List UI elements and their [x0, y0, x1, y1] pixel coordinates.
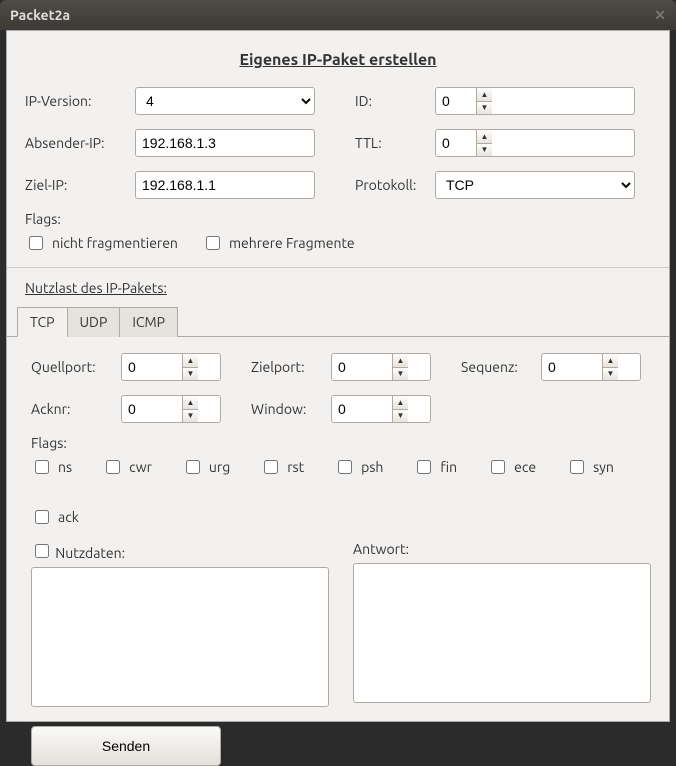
protokoll-select[interactable]: TCP [435, 171, 635, 199]
flag-cwr[interactable]: cwr [102, 457, 152, 477]
ziel-ip-input[interactable] [135, 171, 315, 199]
absender-ip-label: Absender-IP: [25, 135, 135, 151]
flag-ack[interactable]: ack [31, 507, 79, 527]
page-title: Eigenes IP-Paket erstellen [25, 51, 651, 69]
spin-down-icon[interactable]: ▼ [477, 144, 492, 157]
ip-version-label: IP-Version: [25, 93, 135, 109]
id-label: ID: [355, 93, 435, 109]
flag-syn[interactable]: syn [566, 457, 614, 477]
window-label: Window: [251, 401, 331, 417]
ziel-ip-label: Ziel-IP: [25, 177, 135, 193]
absender-ip-input[interactable] [135, 129, 315, 157]
tcp-flags-label: Flags: [31, 435, 67, 451]
zielport-label: Zielport: [251, 359, 331, 375]
nutzlast-label: Nutzlast des IP-Pakets: [25, 280, 167, 296]
window-body: Eigenes IP-Paket erstellen IP-Version: 4… [6, 30, 670, 722]
acknr-spinner[interactable]: ▲▼ [121, 395, 221, 423]
spin-up-icon[interactable]: ▲ [477, 130, 492, 144]
nutzdaten-checkbox[interactable]: Nutzdaten: [31, 541, 329, 561]
flag-ns[interactable]: ns [31, 457, 72, 477]
tabs: TCP UDP ICMP [7, 306, 669, 337]
tab-tcp[interactable]: TCP [17, 307, 68, 337]
quellport-label: Quellport: [31, 359, 121, 375]
nutzdaten-textarea[interactable] [31, 567, 329, 707]
send-button[interactable]: Senden [31, 726, 221, 766]
tab-icmp[interactable]: ICMP [119, 307, 178, 337]
sequenz-spinner[interactable]: ▲▼ [541, 353, 641, 381]
sequenz-label: Sequenz: [461, 359, 541, 375]
close-icon[interactable]: ✕ [654, 7, 666, 24]
zielport-spinner[interactable]: ▲▼ [331, 353, 431, 381]
ip-version-select[interactable]: 4 [135, 87, 315, 115]
spin-up-icon[interactable]: ▲ [477, 88, 492, 102]
flag-fin[interactable]: fin [413, 457, 457, 477]
tab-udp[interactable]: UDP [67, 307, 121, 337]
flag-ece[interactable]: ece [487, 457, 536, 477]
window-title: Packet2a [10, 7, 70, 23]
mehrere-fragmente-checkbox[interactable]: mehrere Fragmente [202, 233, 355, 253]
acknr-label: Acknr: [31, 401, 121, 417]
spin-down-icon[interactable]: ▼ [477, 102, 492, 115]
protokoll-label: Protokoll: [355, 177, 435, 193]
flags-label: Flags: [25, 211, 651, 227]
antwort-label: Antwort: [353, 541, 651, 557]
titlebar: Packet2a ✕ [0, 0, 676, 30]
nicht-fragmentieren-checkbox[interactable]: nicht fragmentieren [25, 233, 178, 253]
window-spinner[interactable]: ▲▼ [331, 395, 431, 423]
flag-psh[interactable]: psh [334, 457, 383, 477]
flag-rst[interactable]: rst [260, 457, 304, 477]
antwort-textarea[interactable] [353, 563, 651, 703]
ttl-spinner[interactable]: ▲▼ [435, 129, 635, 157]
quellport-spinner[interactable]: ▲▼ [121, 353, 221, 381]
flag-urg[interactable]: urg [182, 457, 230, 477]
id-spinner[interactable]: ▲▼ [435, 87, 635, 115]
ttl-label: TTL: [355, 135, 435, 151]
